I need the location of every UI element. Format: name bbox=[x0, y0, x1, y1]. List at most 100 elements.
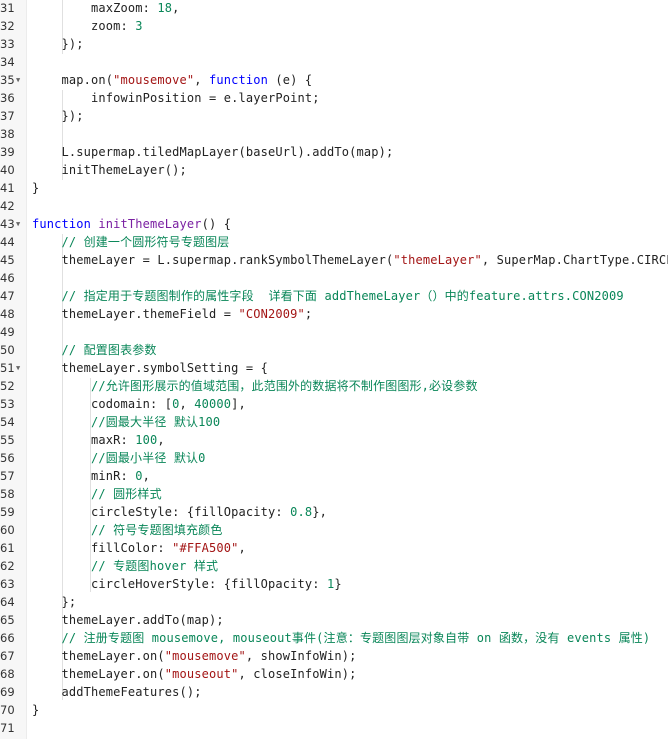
code-line[interactable]: 41} bbox=[0, 179, 668, 197]
line-number: 50 bbox=[0, 343, 15, 357]
code-content: addThemeFeatures(); bbox=[32, 683, 202, 701]
fold-arrow-icon[interactable]: ▼ bbox=[16, 71, 20, 89]
string-literal: "CON2009" bbox=[238, 307, 305, 321]
line-number: 32 bbox=[0, 19, 15, 33]
code-line[interactable]: 45 themeLayer = L.supermap.rankSymbolThe… bbox=[0, 251, 668, 269]
code-line[interactable]: 33 }); bbox=[0, 35, 668, 53]
code-line[interactable]: 44 // 创建一个圆形符号专题图层 bbox=[0, 233, 668, 251]
code-line[interactable]: 61 fillColor: "#FFA500", bbox=[0, 539, 668, 557]
code-line[interactable]: 40 initThemeLayer(); bbox=[0, 161, 668, 179]
line-number: 35 bbox=[0, 73, 15, 87]
code-content: function initThemeLayer() { bbox=[32, 215, 231, 233]
code-line[interactable]: 58 // 圆形样式 bbox=[0, 485, 668, 503]
line-number: 65 bbox=[0, 613, 15, 627]
code-text: } bbox=[32, 703, 40, 717]
line-number: 42 bbox=[0, 199, 15, 213]
code-text: () { bbox=[201, 217, 232, 231]
line-number: 68 bbox=[0, 667, 15, 681]
code-line[interactable]: 37 }); bbox=[0, 107, 668, 125]
number-literal: 0.8 bbox=[290, 505, 313, 519]
line-number: 66 bbox=[0, 631, 15, 645]
code-line[interactable]: 54 //圆最大半径 默认100 bbox=[0, 413, 668, 431]
code-line[interactable]: 68 themeLayer.on("mouseout", closeInfoWi… bbox=[0, 665, 668, 683]
line-number: 34 bbox=[0, 55, 15, 69]
code-line[interactable]: 38 bbox=[0, 125, 668, 143]
code-line[interactable]: 66 // 注册专题图 mousemove, mouseout事件(注意：专题图… bbox=[0, 629, 668, 647]
code-line[interactable]: 65 themeLayer.addTo(map); bbox=[0, 611, 668, 629]
line-number: 45 bbox=[0, 253, 15, 267]
code-content: } bbox=[32, 179, 39, 197]
code-line[interactable]: 63 circleHoverStyle: {fillOpacity: 1} bbox=[0, 575, 668, 593]
code-line[interactable]: 49 bbox=[0, 323, 668, 341]
string-literal: "mouseout" bbox=[164, 667, 239, 681]
code-line[interactable]: 35 ▼ map.on("mousemove", function (e) { bbox=[0, 71, 668, 89]
line-number: 47 bbox=[0, 289, 15, 303]
line-number: 54 bbox=[0, 415, 15, 429]
code-line[interactable]: 59 circleStyle: {fillOpacity: 0.8}, bbox=[0, 503, 668, 521]
fold-arrow-icon[interactable]: ▼ bbox=[16, 359, 20, 377]
keyword: function bbox=[209, 73, 268, 87]
code-line[interactable]: 48 themeLayer.themeField = "CON2009"; bbox=[0, 305, 668, 323]
code-content: maxR: 100, bbox=[32, 431, 165, 449]
code-line[interactable]: 31 maxZoom: 18, bbox=[0, 0, 668, 17]
number-literal: 100 bbox=[135, 433, 158, 447]
code-text: themeLayer.on( bbox=[32, 649, 165, 663]
line-number: 38 bbox=[0, 127, 15, 141]
code-text: themeLayer.addTo(map); bbox=[32, 613, 224, 627]
code-line[interactable]: 53 codomain: [0, 40000], bbox=[0, 395, 668, 413]
code-text: addThemeFeatures(); bbox=[32, 685, 202, 699]
code-content: // 圆形样式 bbox=[32, 485, 162, 503]
code-line[interactable]: 52 //允许图形展示的值域范围，此范围外的数据将不制作图图形,必设参数 bbox=[0, 377, 668, 395]
code-line[interactable]: 67 themeLayer.on("mousemove", showInfoWi… bbox=[0, 647, 668, 665]
code-content: maxZoom: 18, bbox=[32, 0, 180, 17]
code-line[interactable]: 42 bbox=[0, 197, 668, 215]
code-text: maxZoom: bbox=[32, 1, 158, 15]
code-text: , SuperMap.ChartType.CIRCLE); bbox=[481, 253, 668, 267]
code-editor[interactable]: 31 maxZoom: 18, 32 zoom: 3 33 }); 34 35 ▼ map… bbox=[0, 0, 668, 739]
line-number: 56 bbox=[0, 451, 15, 465]
line-number: 59 bbox=[0, 505, 15, 519]
code-line[interactable]: 39 L.supermap.tiledMapLayer(baseUrl).add… bbox=[0, 143, 668, 161]
code-line[interactable]: 47 // 指定用于专题图制作的属性字段 详看下面 addThemeLayer（… bbox=[0, 287, 668, 305]
code-line[interactable]: 64 }; bbox=[0, 593, 668, 611]
code-text: maxR: bbox=[32, 433, 136, 447]
code-line[interactable]: 50 // 配置图表参数 bbox=[0, 341, 668, 359]
code-line[interactable]: 69 addThemeFeatures(); bbox=[0, 683, 668, 701]
code-text: }; bbox=[32, 595, 77, 609]
code-text: }); bbox=[32, 109, 84, 123]
code-content: //圆最小半径 默认0 bbox=[32, 449, 206, 467]
code-line[interactable]: 34 bbox=[0, 53, 668, 71]
code-line[interactable]: 46 bbox=[0, 269, 668, 287]
code-line[interactable]: 71 bbox=[0, 719, 668, 737]
code-comment: //允许图形展示的值域范围，此范围外的数据将不制作图图形,必设参数 bbox=[91, 379, 478, 393]
code-content: minR: 0, bbox=[32, 467, 150, 485]
code-text: } bbox=[32, 181, 40, 195]
code-line[interactable]: 57 minR: 0, bbox=[0, 467, 668, 485]
code-line[interactable]: 60 // 符号专题图填充颜色 bbox=[0, 521, 668, 539]
string-literal: "mousemove" bbox=[164, 649, 246, 663]
code-line[interactable]: 55 maxR: 100, bbox=[0, 431, 668, 449]
code-line[interactable]: 32 zoom: 3 bbox=[0, 17, 668, 35]
code-line[interactable]: 36 infowinPosition = e.layerPoint; bbox=[0, 89, 668, 107]
code-content: themeLayer.themeField = "CON2009"; bbox=[32, 305, 312, 323]
line-number: 41 bbox=[0, 181, 15, 195]
code-line[interactable]: 51 ▼ themeLayer.symbolSetting = { bbox=[0, 359, 668, 377]
fold-arrow-icon[interactable]: ▼ bbox=[16, 215, 20, 233]
code-line[interactable]: 43 ▼ function initThemeLayer() { bbox=[0, 215, 668, 233]
keyword: function bbox=[32, 217, 91, 231]
code-content: infowinPosition = e.layerPoint; bbox=[32, 89, 320, 107]
code-text: }, bbox=[312, 505, 327, 519]
code-content: codomain: [0, 40000], bbox=[32, 395, 246, 413]
code-content: // 符号专题图填充颜色 bbox=[32, 521, 222, 539]
line-number: 48 bbox=[0, 307, 15, 321]
code-text: infowinPosition = e.layerPoint; bbox=[32, 91, 320, 105]
number-literal: 40000 bbox=[194, 397, 232, 411]
code-line[interactable]: 70} bbox=[0, 701, 668, 719]
line-number: 62 bbox=[0, 559, 15, 573]
code-line[interactable]: 56 //圆最小半径 默认0 bbox=[0, 449, 668, 467]
code-text: , bbox=[172, 1, 180, 15]
code-comment: // 创建一个圆形符号专题图层 bbox=[61, 235, 230, 249]
code-line[interactable]: 62 // 专题图hover 样式 bbox=[0, 557, 668, 575]
